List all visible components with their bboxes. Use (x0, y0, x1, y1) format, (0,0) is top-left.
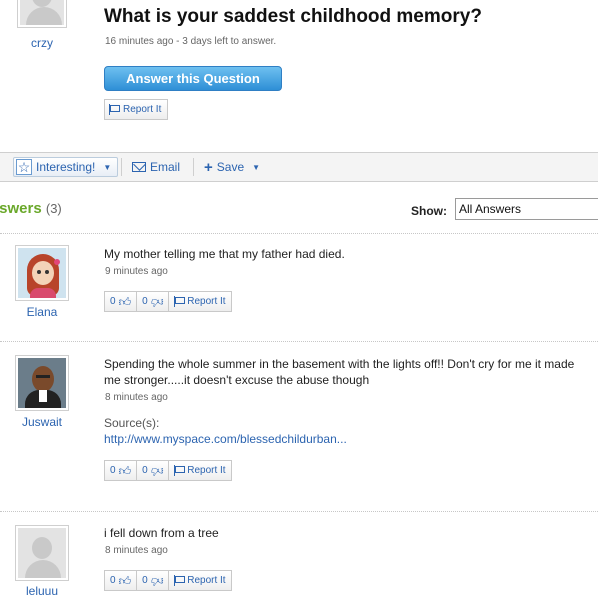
save-button[interactable]: + Save ▼ (204, 157, 260, 177)
report-answer-button[interactable]: Report It (169, 461, 230, 480)
thumbs-up-button[interactable]: 0 👍︎ (105, 571, 138, 590)
interesting-button[interactable]: ☆ Interesting! ▼ (13, 157, 119, 177)
answer-avatar[interactable] (15, 525, 69, 581)
thumbs-up-count: 0 (110, 575, 116, 586)
email-label: Email (150, 160, 181, 174)
flag-icon (174, 575, 186, 586)
answers-title: nswers (0, 200, 42, 217)
thumb-down-icon: 👍︎ (150, 294, 164, 309)
chevron-down-icon: ▼ (252, 162, 261, 172)
answer-vote-bar: 0 👍︎ 0 👍︎ Report It (104, 291, 232, 312)
report-answer-button[interactable]: Report It (169, 292, 230, 311)
thumbs-down-count: 0 (142, 465, 148, 476)
thumbs-down-button[interactable]: 0 👍︎ (137, 571, 170, 590)
question-meta: 16 minutes ago - 3 days left to answer. (105, 36, 277, 47)
thumbs-down-count: 0 (142, 575, 148, 586)
question-title: What is your saddest childhood memory? (104, 6, 482, 27)
report-label: Report It (123, 104, 162, 115)
save-label: Save (216, 160, 245, 174)
flag-icon (109, 104, 120, 115)
email-button[interactable]: Email (132, 157, 180, 177)
thumbs-up-count: 0 (110, 296, 116, 307)
answerer-name-link[interactable]: Juswait (0, 415, 84, 429)
report-question-button[interactable]: Report It (104, 99, 169, 120)
report-label: Report It (187, 575, 226, 586)
interesting-label: Interesting! (36, 160, 96, 174)
report-answer-button[interactable]: Report It (169, 571, 230, 590)
answer-vote-bar: 0 👍︎ 0 👍︎ Report It (104, 460, 232, 481)
asker-avatar[interactable] (17, 0, 67, 28)
divider (0, 233, 598, 234)
thumbs-up-button[interactable]: 0 👍︎ (105, 292, 138, 311)
answer-avatar[interactable] (15, 245, 69, 301)
source-link[interactable]: http://www.myspace.com/blessedchildurban… (104, 432, 347, 446)
show-label: Show: (411, 204, 447, 218)
answer-vote-bar: 0 👍︎ 0 👍︎ Report It (104, 570, 232, 591)
answer-time: 8 minutes ago (105, 392, 168, 403)
thumb-down-icon: 👍︎ (150, 463, 164, 478)
avatar-image (18, 358, 66, 408)
default-avatar-silhouette (20, 0, 64, 25)
star-icon: ☆ (16, 159, 32, 175)
flag-icon (174, 296, 186, 307)
answer-avatar[interactable] (15, 355, 69, 411)
answer-text: i fell down from a tree (104, 526, 219, 540)
answerer-name-link[interactable]: leluuu (0, 584, 84, 598)
divider (0, 511, 598, 512)
avatar-image (18, 248, 66, 298)
answerer-name-link[interactable]: Elana (0, 305, 84, 319)
thumbs-up-button[interactable]: 0 👍︎ (105, 461, 138, 480)
answer-time: 8 minutes ago (105, 545, 168, 556)
thumb-up-icon: 👍︎ (118, 463, 132, 478)
answer-time: 9 minutes ago (105, 266, 168, 277)
sources-label: Source(s): (104, 416, 160, 430)
report-label: Report It (187, 296, 226, 307)
thumbs-down-button[interactable]: 0 👍︎ (137, 461, 170, 480)
report-label: Report It (187, 465, 226, 476)
plus-icon: + (204, 158, 213, 176)
thumbs-down-count: 0 (142, 296, 148, 307)
answer-text: Spending the whole summer in the basemen… (104, 357, 575, 387)
thumb-up-icon: 👍︎ (118, 294, 132, 309)
thumbs-up-count: 0 (110, 465, 116, 476)
answer-question-button[interactable]: Answer this Question (104, 66, 282, 91)
divider (121, 158, 122, 176)
show-filter-select[interactable]: All Answers (455, 198, 598, 220)
divider (0, 341, 598, 342)
answer-text: My mother telling me that my father had … (104, 247, 345, 261)
answers-count: (3) (45, 201, 62, 216)
thumbs-down-button[interactable]: 0 👍︎ (137, 292, 170, 311)
asker-name-link[interactable]: crzy (0, 36, 84, 50)
chevron-down-icon: ▼ (103, 162, 112, 172)
thumb-up-icon: 👍︎ (118, 573, 132, 588)
divider (193, 158, 194, 176)
mail-icon (132, 162, 146, 172)
answers-heading: nswers (3) (0, 200, 62, 217)
flag-icon (174, 465, 186, 476)
default-avatar-silhouette (18, 528, 66, 578)
thumb-down-icon: 👍︎ (150, 573, 164, 588)
